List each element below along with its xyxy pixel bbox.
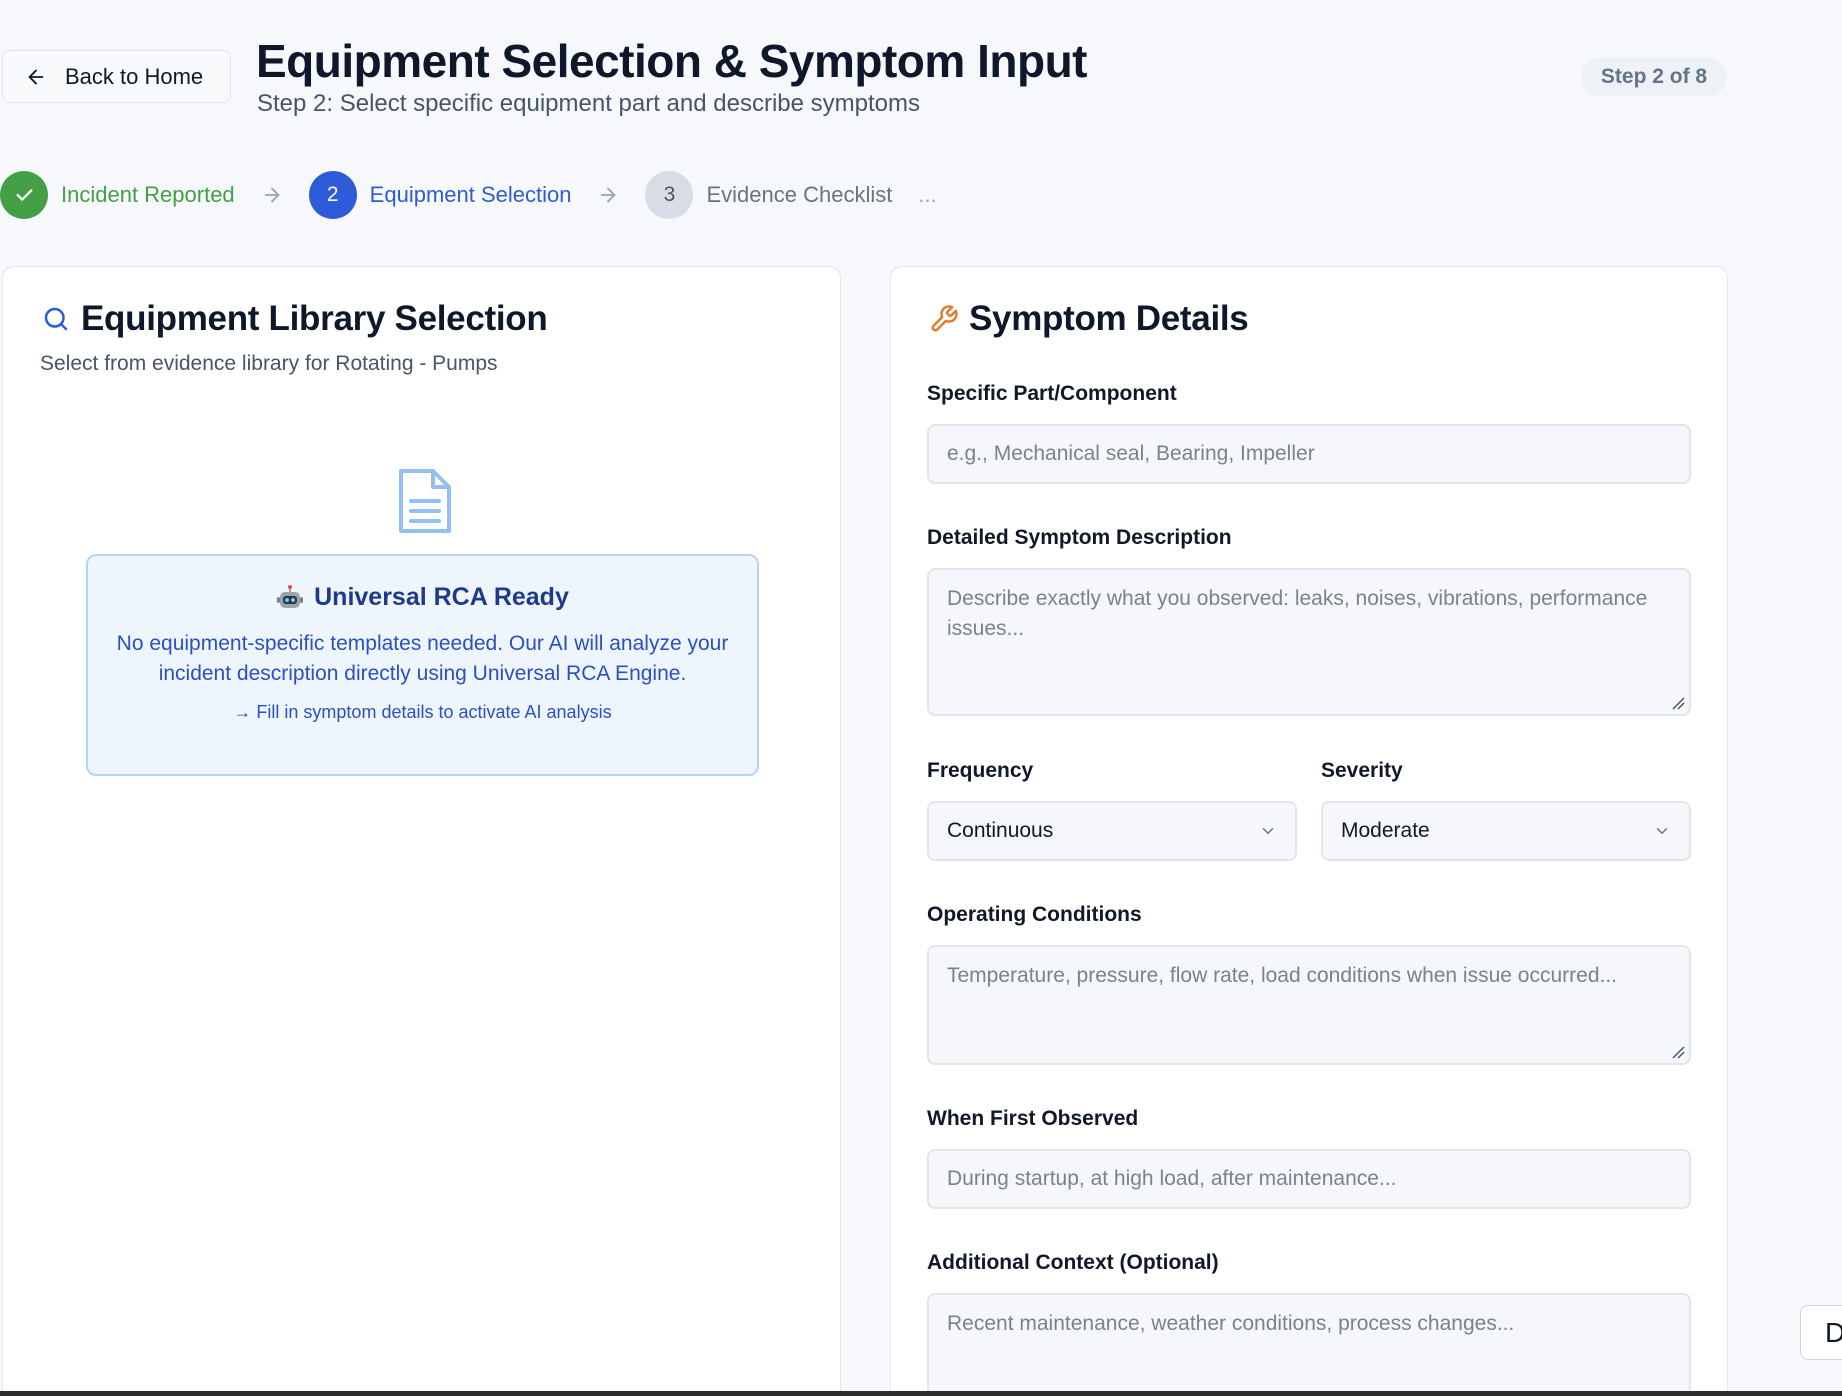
more-steps-ellipsis: ... [918, 182, 937, 207]
resize-handle-icon[interactable] [1671, 1045, 1685, 1059]
page-subtitle: Step 2: Select specific equipment part a… [257, 90, 920, 117]
symptom-title: Symptom Details [929, 299, 1249, 339]
step-label: Equipment Selection [369, 182, 572, 207]
operating-conditions-textarea[interactable]: Temperature, pressure, flow rate, load c… [927, 945, 1691, 1065]
step-label: Evidence Checklist [706, 182, 893, 207]
step-number: 3 [645, 171, 694, 219]
step-badge: Step 2 of 8 [1581, 58, 1727, 96]
search-icon [44, 307, 68, 331]
frequency-value: Continuous [947, 819, 1054, 842]
rca-body: No equipment-specific templates needed. … [116, 632, 729, 685]
rca-heading-text: Universal RCA Ready [314, 583, 569, 611]
symptom-details-card: Symptom Details Specific Part/Component … [890, 266, 1728, 1396]
frequency-label: Frequency [927, 759, 1034, 782]
severity-value: Moderate [1341, 819, 1430, 842]
step-incident-reported[interactable]: Incident Reported [0, 171, 235, 219]
operating-conditions-placeholder: Temperature, pressure, flow rate, load c… [947, 964, 1618, 987]
severity-label: Severity [1321, 759, 1403, 782]
arrow-right-icon [261, 184, 283, 206]
progress-stepper: Incident Reported 2 Equipment Selection … [0, 170, 937, 220]
chevron-down-icon [1262, 828, 1274, 834]
description-textarea[interactable]: Describe exactly what you observed: leak… [927, 568, 1691, 716]
wrench-icon [931, 305, 958, 332]
step-equipment-selection[interactable]: 2 Equipment Selection [308, 171, 572, 219]
back-button-label: Back to Home [65, 63, 204, 89]
page: Back to Home Equipment Selection & Sympt… [0, 0, 1842, 1396]
arrow-left-icon [28, 69, 44, 84]
bottom-border [0, 1391, 1842, 1396]
library-description: Select from evidence library for Rotatin… [40, 352, 498, 375]
description-label: Detailed Symptom Description [927, 526, 1232, 549]
additional-context-label: Additional Context (Optional) [927, 1251, 1219, 1274]
equipment-library-card: Equipment Library Selection Select from … [2, 266, 841, 1396]
check-icon [0, 171, 48, 219]
library-title-text: Equipment Library Selection [81, 299, 548, 338]
side-floating-button[interactable]: D [1800, 1305, 1842, 1360]
arrow-right-icon [597, 184, 619, 206]
step-number: 2 [308, 171, 357, 219]
library-title: Equipment Library Selection [41, 299, 548, 339]
severity-select[interactable]: Moderate [1321, 801, 1691, 861]
description-placeholder: Describe exactly what you observed: leak… [947, 587, 1648, 640]
rca-heading: Universal RCA Ready [88, 583, 757, 612]
page-title: Equipment Selection & Symptom Input [256, 35, 1087, 87]
first-observed-label: When First Observed [927, 1107, 1139, 1130]
step-evidence-checklist[interactable]: 3 Evidence Checklist [645, 171, 892, 219]
symptom-title-text: Symptom Details [969, 299, 1249, 338]
chevron-down-icon [1656, 828, 1668, 834]
back-to-home-button[interactable]: Back to Home [2, 50, 231, 103]
universal-rca-panel: Universal RCA Ready No equipment-specifi… [86, 554, 759, 776]
resize-handle-icon[interactable] [1671, 696, 1685, 710]
additional-context-placeholder: Recent maintenance, weather conditions, … [947, 1312, 1515, 1335]
part-label: Specific Part/Component [927, 382, 1177, 405]
robot-icon [277, 584, 304, 608]
rca-hint: → Fill in symptom details to activate AI… [233, 702, 612, 722]
operating-conditions-label: Operating Conditions [927, 903, 1142, 926]
frequency-select[interactable]: Continuous [927, 801, 1297, 861]
document-icon [399, 469, 451, 533]
part-input[interactable]: e.g., Mechanical seal, Bearing, Impeller [927, 424, 1691, 484]
step-label: Incident Reported [61, 182, 235, 207]
additional-context-textarea[interactable]: Recent maintenance, weather conditions, … [927, 1293, 1691, 1396]
first-observed-input[interactable]: During startup, at high load, after main… [927, 1149, 1691, 1209]
